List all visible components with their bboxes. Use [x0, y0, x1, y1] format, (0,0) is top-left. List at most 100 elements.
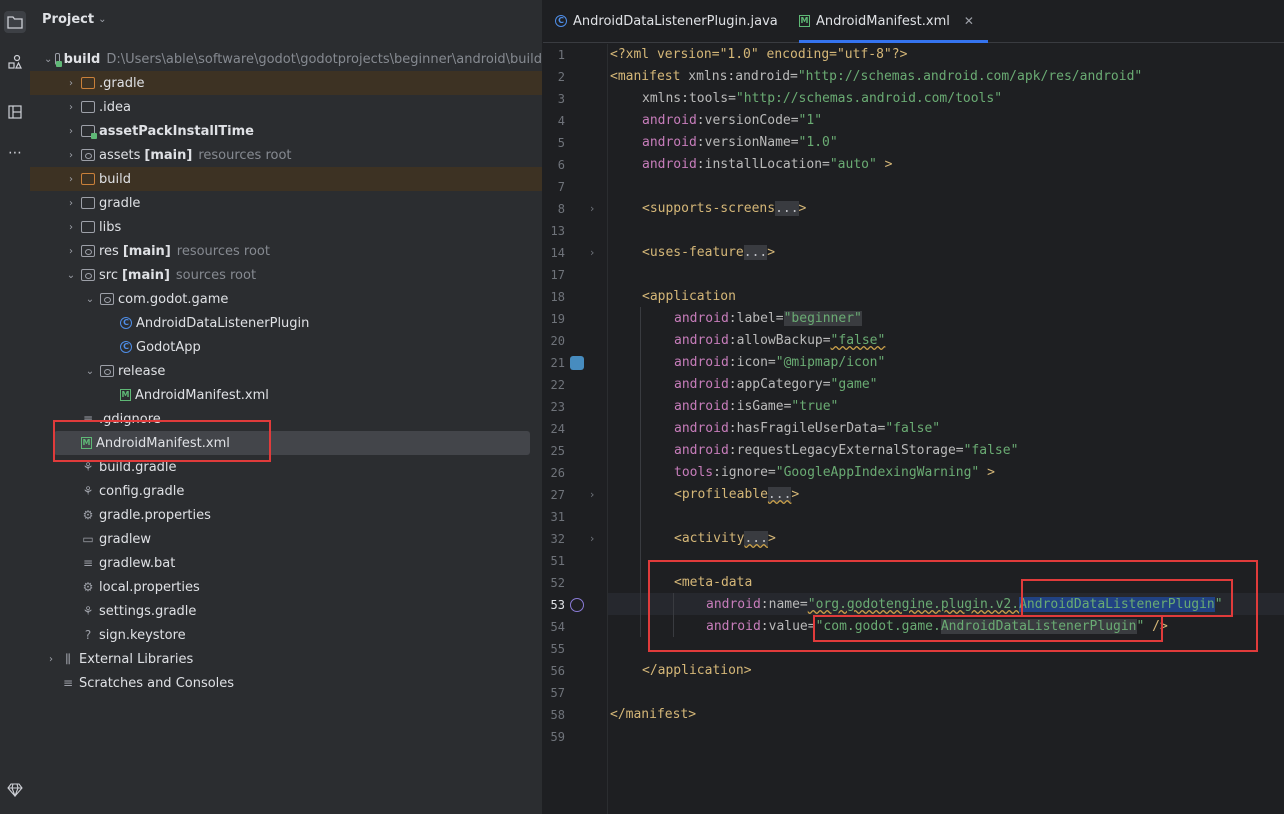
- code-line-56: </application>: [642, 663, 752, 678]
- folder-icon: [81, 77, 95, 89]
- tree-item-settings-gradle[interactable]: ⚘ settings.gradle: [30, 599, 542, 623]
- tree-item-gradle-properties[interactable]: ⚙ gradle.properties: [30, 503, 542, 527]
- manifest-file-icon: M: [799, 15, 810, 27]
- tree-item-local-properties[interactable]: ⚙ local.properties: [30, 575, 542, 599]
- code-line-58: </manifest>: [610, 707, 697, 722]
- layout-icon[interactable]: [4, 101, 26, 123]
- chevron-right-icon[interactable]: ›: [64, 78, 78, 89]
- tree-item-build-root[interactable]: ⌄ build D:\Users\able\software\godot\godot…: [30, 47, 542, 71]
- godot-icon[interactable]: [570, 356, 584, 370]
- line-number: 27: [550, 488, 565, 502]
- line-number: 17: [550, 268, 565, 282]
- gradle-icon: ⚘: [82, 460, 94, 474]
- project-title[interactable]: Project ⌄: [42, 12, 106, 27]
- tree-item-res[interactable]: › res [main] resources root: [30, 239, 542, 263]
- tree-item-gradle[interactable]: › gradle: [30, 191, 542, 215]
- tree-item-release[interactable]: ⌄ release: [30, 359, 542, 383]
- project-tree: ⌄ build D:\Users\able\software\godot\godot…: [30, 47, 542, 695]
- tree-item-plugin-class[interactable]: C AndroidDataListenerPlugin: [30, 311, 542, 335]
- tree-item-build[interactable]: › build: [30, 167, 542, 191]
- fold-chevron-icon[interactable]: ›: [590, 242, 594, 264]
- chevron-down-icon[interactable]: ⌄: [64, 270, 78, 281]
- tree-item-gdignore[interactable]: ≡ .gdignore: [30, 407, 542, 431]
- chevron-right-icon[interactable]: ›: [64, 198, 78, 209]
- diamond-icon[interactable]: [4, 779, 26, 801]
- chevron-down-icon[interactable]: ⌄: [44, 54, 52, 65]
- code-line-3: xmlns:tools="http://schemas.android.com/…: [642, 91, 1003, 106]
- chevron-down-icon[interactable]: ⌄: [83, 366, 97, 377]
- line-number: 26: [550, 466, 565, 480]
- tree-item-package[interactable]: ⌄ com.godot.game: [30, 287, 542, 311]
- tree-item-src[interactable]: ⌄ src [main] sources root: [30, 263, 542, 287]
- fold-chevron-icon[interactable]: ›: [590, 528, 594, 550]
- line-number: 23: [550, 400, 565, 414]
- line-number: 59: [550, 730, 565, 744]
- gutter-marker-icon[interactable]: [570, 598, 584, 612]
- code-line-27: <profileable...>: [674, 487, 800, 502]
- structure-icon[interactable]: [4, 51, 26, 73]
- folder-icon: [81, 197, 95, 209]
- tree-item-assetpack[interactable]: › assetPackInstallTime: [30, 119, 542, 143]
- code-line-5: android:versionName="1.0": [642, 135, 838, 150]
- gradle-icon: ⚘: [82, 604, 94, 618]
- line-number: 52: [550, 576, 565, 590]
- code-line-26: tools:ignore="GoogleAppIndexingWarning" …: [674, 465, 995, 480]
- chevron-right-icon[interactable]: ›: [64, 126, 78, 137]
- code-line-1: <?xml version="1.0" encoding="utf-8"?>: [610, 47, 908, 62]
- terminal-icon: ▭: [82, 532, 94, 546]
- code-line-24: android:hasFragileUserData="false": [674, 421, 941, 436]
- class-icon: C: [120, 341, 132, 353]
- tree-item-scratches[interactable]: ≡ Scratches and Consoles: [30, 671, 542, 695]
- line-number: 5: [557, 136, 565, 150]
- chevron-right-icon[interactable]: ›: [64, 102, 78, 113]
- tree-item-external-libraries[interactable]: › ⫼ External Libraries: [30, 647, 542, 671]
- tree-item-libs[interactable]: › libs: [30, 215, 542, 239]
- tree-item-idea[interactable]: › .idea: [30, 95, 542, 119]
- line-number: 56: [550, 664, 565, 678]
- code-line-4: android:versionCode="1": [642, 113, 823, 128]
- line-number: 32: [550, 532, 565, 546]
- chevron-right-icon[interactable]: ›: [64, 222, 78, 233]
- folder-icon: [81, 173, 95, 185]
- tab-plugin-java[interactable]: C AndroidDataListenerPlugin.java: [555, 0, 778, 42]
- tree-item-config-gradle[interactable]: ⚘ config.gradle: [30, 479, 542, 503]
- tree-item-assets[interactable]: › assets [main] resources root: [30, 143, 542, 167]
- resources-folder-icon: [81, 149, 95, 161]
- close-icon[interactable]: ✕: [964, 14, 974, 28]
- code-line-21: android:icon="@mipmap/icon": [674, 355, 886, 370]
- tree-item-release-manifest[interactable]: M AndroidManifest.xml: [30, 383, 542, 407]
- code-line-2: <manifest xmlns:android="http://schemas.…: [610, 69, 1143, 84]
- tree-item-gradlew[interactable]: ▭ gradlew: [30, 527, 542, 551]
- tree-item-gradlew-bat[interactable]: ≡ gradlew.bat: [30, 551, 542, 575]
- tree-item-gradle-dir[interactable]: › .gradle: [30, 71, 542, 95]
- line-number: 14: [550, 246, 565, 260]
- more-icon[interactable]: ⋯: [4, 142, 26, 164]
- line-number: 25: [550, 444, 565, 458]
- code-line-25: android:requestLegacyExternalStorage="fa…: [674, 443, 1019, 458]
- chevron-right-icon[interactable]: ›: [64, 150, 78, 161]
- fold-chevron-icon[interactable]: ›: [590, 484, 594, 506]
- package-folder-icon: [100, 293, 114, 305]
- tab-android-manifest[interactable]: M AndroidManifest.xml ✕: [799, 0, 988, 43]
- editor: C AndroidDataListenerPlugin.java M Andro…: [543, 0, 1284, 814]
- line-number: 13: [550, 224, 565, 238]
- chevron-right-icon[interactable]: ›: [44, 654, 58, 665]
- line-number: 3: [557, 92, 565, 106]
- source-folder-icon: [81, 269, 95, 281]
- chevron-down-icon[interactable]: ⌄: [83, 294, 97, 305]
- fold-chevron-icon[interactable]: ›: [590, 198, 594, 220]
- tree-item-sign-keystore[interactable]: ? sign.keystore: [30, 623, 542, 647]
- code-line-18: <application: [642, 289, 736, 304]
- folder-icon[interactable]: [4, 11, 26, 33]
- class-icon: C: [120, 317, 132, 329]
- tree-item-godotapp[interactable]: C GodotApp: [30, 335, 542, 359]
- text-file-icon: ≡: [82, 412, 94, 426]
- chevron-down-icon: ⌄: [98, 14, 107, 25]
- tree-item-build-gradle[interactable]: ⚘ build.gradle: [30, 455, 542, 479]
- tree-item-android-manifest[interactable]: M AndroidManifest.xml: [54, 431, 530, 455]
- folder-icon: [100, 365, 114, 377]
- code-line-8: <supports-screens...>: [642, 201, 807, 216]
- code-line-19: android:label="beginner": [674, 311, 862, 326]
- chevron-right-icon[interactable]: ›: [64, 174, 78, 185]
- chevron-right-icon[interactable]: ›: [64, 246, 78, 257]
